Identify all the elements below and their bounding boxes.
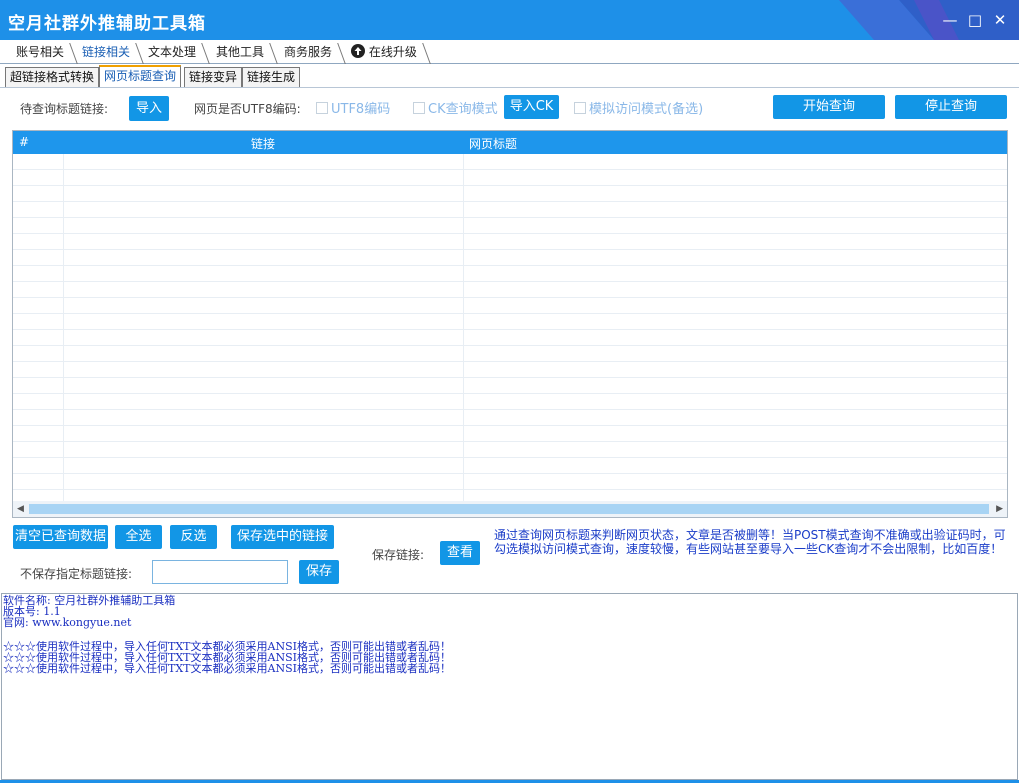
log-line: 软件名称: 空月社群外推辅助工具箱 [3,594,176,607]
import-button[interactable]: 导入 [129,96,169,121]
checkbox-box [316,102,328,114]
checkbox-label: UTF8编码 [331,102,391,117]
log-panel[interactable]: 软件名称: 空月社群外推辅助工具箱 版本号: 1.1 官网: www.kongy… [1,593,1018,780]
column-header-link: 链接 [251,137,276,151]
tab-label: 账号相关 [16,45,65,59]
tab-business[interactable]: 商务服务 [278,43,346,64]
start-query-button[interactable]: 开始查询 [773,95,885,119]
column-header-index: # [19,135,30,149]
upload-circle-icon [351,44,365,58]
tab-account[interactable]: 账号相关 [10,43,78,64]
checkbox-box [574,102,586,114]
subtab-title-query[interactable]: 网页标题查询 [99,65,182,88]
help-text: 通过查询网页标题来判断网页状态，文章是否被删等！当POST模式查询不准确或出验证… [494,528,1006,556]
scroll-right-icon[interactable]: ▶ [996,504,1003,514]
checkbox-box [413,102,425,114]
save-link-label: 保存链接: [372,548,425,562]
maximize-button[interactable]: □ [967,12,983,28]
column-header-title: 网页标题 [469,137,518,151]
tab-label: 文本处理 [148,45,197,59]
tab-label: 在线升级 [368,45,417,59]
tab-online-upgrade[interactable]: 在线升级 [345,43,431,64]
utf8-checkbox[interactable]: UTF8编码 [316,98,390,117]
checkbox-label: CK查询模式 [428,102,498,117]
invert-selection-button[interactable]: 反选 [170,525,217,549]
save-selected-button[interactable]: 保存选中的链接 [231,525,334,549]
pending-links-label: 待查询标题链接: [20,102,109,116]
title-bar: 空月社群外推辅助工具箱 — □ ✕ [0,0,1019,40]
save-button[interactable]: 保存 [299,560,339,584]
log-line: 版本号: 1.1 [3,605,61,618]
table-header: # 链接 网页标题 [13,131,1007,154]
tab-label: 商务服务 [284,45,333,59]
select-all-button[interactable]: 全选 [115,525,162,549]
main-tab-bar: 账号相关 链接相关 文本处理 其他工具 商务服务 在线升级 [0,40,1019,64]
stop-query-button[interactable]: 停止查询 [895,95,1007,119]
subtab-label: 超链接格式转换 [10,70,95,84]
clear-queried-button[interactable]: 清空已查询数据 [13,525,108,549]
subtab-label: 链接变异 [189,70,238,84]
exclude-title-label: 不保存指定标题链接: [20,567,133,581]
divider [0,87,1019,88]
table-body [13,154,1007,502]
subtab-link-generate[interactable]: 链接生成 [242,67,301,87]
close-icon: ✕ [993,11,1007,29]
tab-text-processing[interactable]: 文本处理 [142,43,210,64]
maximize-icon: □ [967,11,983,29]
view-button[interactable]: 查看 [440,541,480,565]
log-warning-line: ☆☆☆使用软件过程中，导入任何TXT文本都必须采用ANSI格式，否则可能出错或者… [3,662,451,675]
column-divider [463,154,464,502]
sub-tab-bar: 超链接格式转换 网页标题查询 链接变异 链接生成 [0,64,1019,88]
results-table[interactable]: # 链接 网页标题 ◀ ▶ [12,130,1008,518]
tab-links[interactable]: 链接相关 [76,43,144,64]
minimize-button[interactable]: — [942,12,958,28]
subtab-label: 链接生成 [247,70,296,84]
app-title: 空月社群外推辅助工具箱 [8,14,206,34]
simulate-mode-checkbox[interactable]: 模拟访问模式(备选) [574,98,703,117]
horizontal-scrollbar[interactable]: ◀ ▶ [13,501,1007,517]
subtab-hyperlink-convert[interactable]: 超链接格式转换 [5,67,100,87]
scrollbar-thumb[interactable] [29,504,989,514]
close-button[interactable]: ✕ [992,12,1008,28]
checkbox-label: 模拟访问模式(备选) [589,102,704,117]
log-line: 官网: www.kongyue.net [3,616,132,629]
exclude-title-input[interactable] [152,560,288,584]
minimize-icon: — [942,11,958,29]
tab-label: 链接相关 [82,45,131,59]
column-divider [63,154,64,502]
import-ck-button[interactable]: 导入CK [504,95,559,119]
subtab-link-mutation[interactable]: 链接变异 [184,67,243,87]
tab-other-tools[interactable]: 其他工具 [210,43,278,64]
subtab-label: 网页标题查询 [104,69,177,83]
ck-mode-checkbox[interactable]: CK查询模式 [413,98,498,117]
scroll-left-icon[interactable]: ◀ [17,504,24,514]
tab-label: 其他工具 [216,45,265,59]
utf8-question-label: 网页是否UTF8编码: [194,102,301,116]
